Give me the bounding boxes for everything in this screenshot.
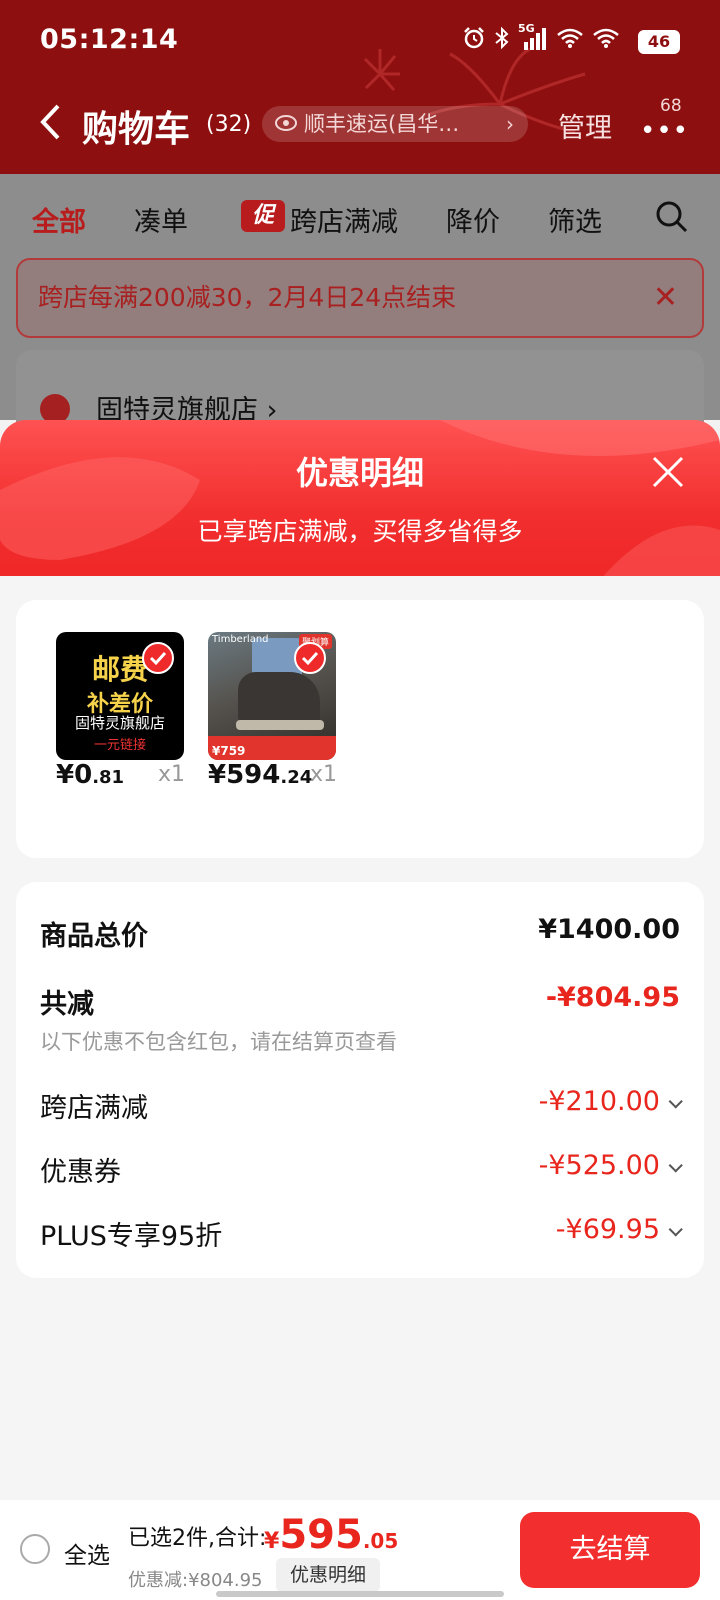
select-all-checkbox[interactable] (20, 1534, 50, 1564)
status-time: 05:12:14 (40, 24, 179, 55)
wifi-icon (593, 28, 619, 48)
cellular-signal-icon: 5G (518, 22, 548, 50)
battery-icon: 46 (638, 30, 680, 54)
sheet-subtitle: 已享跨店满减，买得多省得多 (197, 517, 523, 546)
price-summary: 商品总价 ¥1400.00 共减 -¥804.95 以下优惠不包含红包，请在结算… (16, 882, 704, 1278)
discount-detail-button[interactable]: 优惠明细 (276, 1558, 380, 1592)
select-all-label[interactable]: 全选 (64, 1536, 110, 1570)
back-button[interactable] (38, 102, 62, 149)
eye-icon (275, 115, 297, 131)
total-amount: ¥595.05 (264, 1512, 399, 1558)
close-icon[interactable] (650, 454, 686, 490)
selected-check-icon (294, 642, 326, 674)
discount-item-label: 跨店满减 (40, 1093, 148, 1124)
thumb-text: 一元链接 (93, 738, 146, 753)
chevron-left-icon (40, 104, 60, 140)
saved-amount: 优惠减:¥804.95 (128, 1570, 263, 1591)
total-discount-label: 共减 (40, 989, 94, 1020)
product-item[interactable]: Timberland 聚划算 ¥759 (208, 632, 338, 760)
product-price: ¥0.81 (56, 760, 125, 790)
page-title: 购物车 (82, 109, 191, 150)
checkout-button[interactable]: 去结算 (520, 1512, 700, 1588)
bluetooth-icon (495, 26, 509, 50)
selected-products: 邮费 补差价 固特灵旗舰店 一元链接 ¥0.81 x1 Timberland 聚… (16, 600, 704, 858)
discount-item-value[interactable]: -¥210.00 (539, 1086, 683, 1117)
tab-bundle[interactable]: 凑单 (134, 200, 188, 239)
sheet-title: 优惠明细 (295, 454, 424, 492)
thumb-text: 固特灵旗舰店 (74, 714, 165, 732)
discount-item-label: PLUS专享95折 (40, 1221, 223, 1252)
cart-background: 全部 凑单 促 跨店满减 降价 筛选 跨店每满200减30，2月4日24点结束 … (0, 174, 720, 450)
filter-tabs: 全部 凑单 促 跨店满减 降价 筛选 (0, 194, 720, 244)
search-icon[interactable] (655, 200, 689, 234)
close-icon[interactable]: ✕ (653, 260, 678, 336)
promo-tag: 促 (241, 200, 285, 232)
wifi-icon (557, 28, 583, 48)
chevron-down-icon (668, 1222, 683, 1237)
product-quantity: x1 (158, 762, 186, 787)
selected-check-icon (142, 642, 174, 674)
product-thumbnail: Timberland 聚划算 ¥759 (208, 632, 336, 760)
promo-banner-text: 跨店每满200减30，2月4日24点结束 (38, 283, 457, 312)
alarm-icon (464, 27, 484, 49)
tab-cross-store[interactable]: 跨店满减 (290, 200, 398, 239)
delivery-address-selector[interactable]: 顺丰速运(昌华… › (262, 106, 528, 142)
selected-count: 已选2件,合计: (128, 1526, 267, 1551)
product-item[interactable]: 邮费 补差价 固特灵旗舰店 一元链接 (56, 632, 186, 760)
status-bar: 05:12:14 5G 46 (0, 22, 720, 62)
product-quantity: x1 (310, 762, 338, 787)
tab-price-drop[interactable]: 降价 (446, 200, 500, 239)
tab-all[interactable]: 全部 (32, 200, 86, 239)
chevron-down-icon (668, 1094, 683, 1109)
address-text: 顺丰速运(昌华… (304, 112, 460, 136)
message-count-badge: 68 (660, 96, 682, 116)
product-thumbnail: 邮费 补差价 固特灵旗舰店 一元链接 (56, 632, 184, 760)
home-indicator[interactable] (216, 1591, 504, 1597)
tab-filter[interactable]: 筛选 (548, 200, 602, 239)
chevron-down-icon (668, 1158, 683, 1173)
discount-note: 以下优惠不包含红包，请在结算页查看 (40, 1030, 397, 1054)
thumb-price: ¥759 (212, 744, 246, 758)
discount-sheet-body: 邮费 补差价 固特灵旗舰店 一元链接 ¥0.81 x1 Timberland 聚… (0, 576, 720, 1500)
discount-item-label: 优惠券 (40, 1157, 121, 1188)
wave-decoration (0, 420, 720, 580)
cart-count: (32) (206, 112, 252, 137)
discount-item-value[interactable]: -¥69.95 (556, 1214, 683, 1245)
discount-sheet-header: 优惠明细 已享跨店满减，买得多省得多 (0, 420, 720, 580)
more-icon[interactable]: ••• (640, 116, 689, 146)
nav-bar: 购物车 (32) 顺丰速运(昌华… › 管理 ••• 68 (0, 92, 720, 158)
promo-banner: 跨店每满200减30，2月4日24点结束 ✕ (16, 258, 704, 338)
total-price-label: 商品总价 (40, 921, 148, 952)
checkout-bar: 全选 已选2件,合计: ¥595.05 优惠减:¥804.95 优惠明细 去结算 (0, 1500, 720, 1600)
chevron-right-icon: › (506, 112, 514, 136)
manage-button[interactable]: 管理 (558, 106, 612, 145)
thumb-brand: Timberland (212, 634, 269, 645)
discount-item-value[interactable]: -¥525.00 (539, 1150, 683, 1181)
product-price: ¥594.24 (208, 760, 313, 790)
total-discount-value: -¥804.95 (545, 982, 680, 1013)
app-header: 05:12:14 5G 46 购物车 (32) 顺丰速运(昌华… › 管理 ••… (0, 0, 720, 174)
total-price-value: ¥1400.00 (538, 914, 680, 945)
